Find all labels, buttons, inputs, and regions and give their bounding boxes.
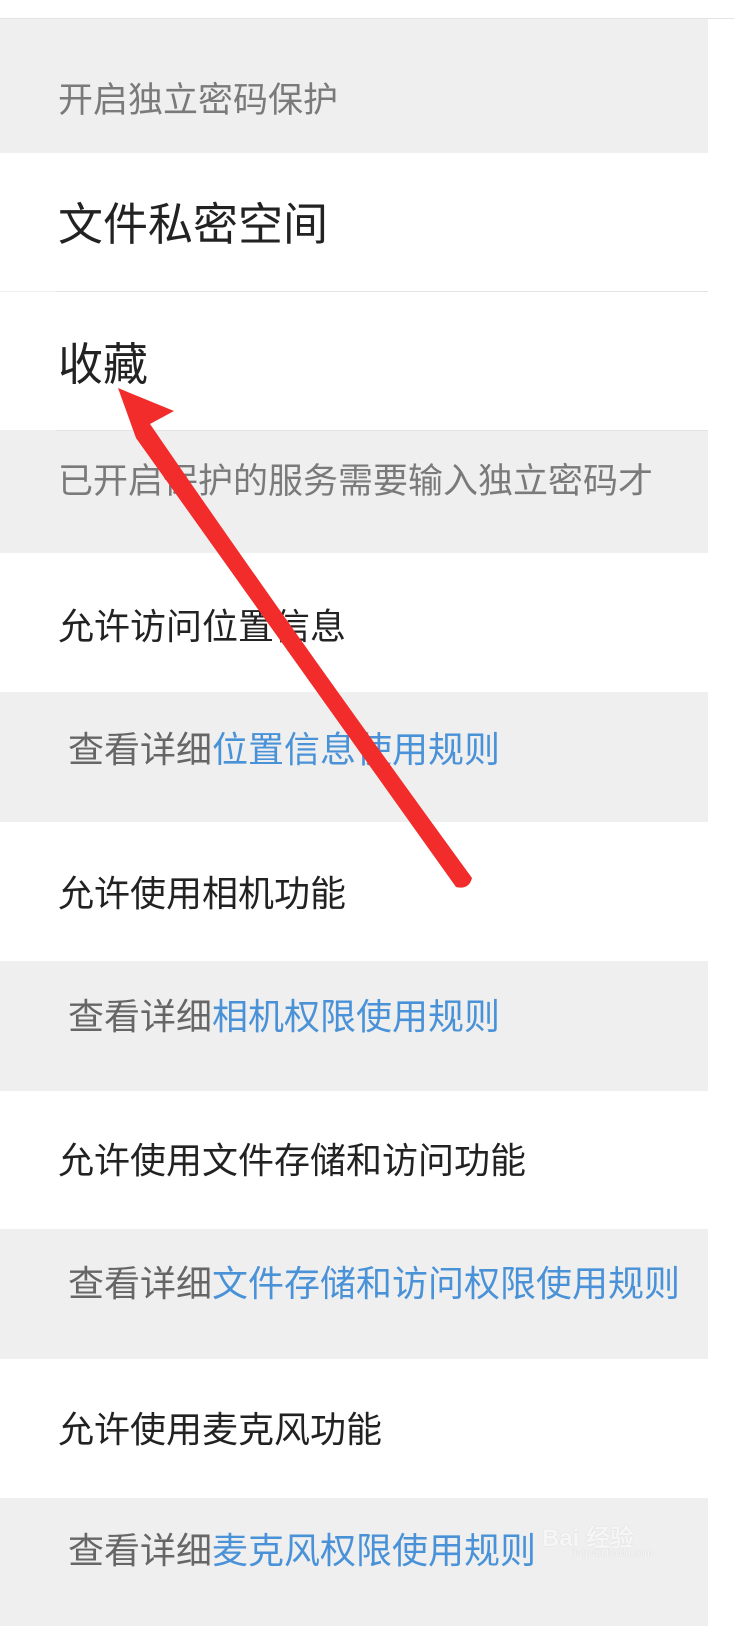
- permission-detail-text: 查看详细文件存储和访问权限使用规则: [68, 1267, 680, 1303]
- location-rules-link[interactable]: 位置信息使用规则: [212, 730, 500, 771]
- permission-detail-microphone: 查看详细麦克风权限使用规则: [0, 1498, 708, 1626]
- permission-label: 允许使用相机功能: [58, 874, 347, 915]
- permission-label: 允许访问位置信息: [58, 607, 347, 648]
- permission-detail-text: 查看详细相机权限使用规则: [68, 1000, 500, 1036]
- section-header-title: 开启独立密码保护: [58, 81, 339, 121]
- protected-item-label: 文件私密空间: [58, 198, 329, 251]
- detail-prefix: 查看详细: [68, 997, 213, 1038]
- permission-detail-text: 查看详细位置信息使用规则: [68, 733, 500, 769]
- file-storage-rules-link[interactable]: 文件存储和访问权限使用规则: [212, 1264, 680, 1305]
- detail-prefix: 查看详细: [68, 1531, 213, 1572]
- permission-location[interactable]: 允许访问位置信息: [0, 553, 708, 692]
- detail-prefix: 查看详细: [68, 730, 213, 771]
- permission-detail-location: 查看详细位置信息使用规则: [0, 692, 708, 822]
- permission-detail-text: 查看详细麦克风权限使用规则: [68, 1534, 536, 1570]
- right-edge-background: [708, 0, 734, 1626]
- protected-item-favorites[interactable]: 收藏: [0, 292, 708, 430]
- permission-label: 允许使用麦克风功能: [58, 1410, 383, 1451]
- protection-note: 已开启保护的服务需要输入独立密码才: [0, 431, 708, 553]
- detail-prefix: 查看详细: [68, 1264, 213, 1305]
- permission-microphone[interactable]: 允许使用麦克风功能: [0, 1359, 708, 1498]
- settings-page: 开启独立密码保护 文件私密空间 收藏 已开启保护的服务需要输入独立密码才 允许访…: [0, 0, 734, 1626]
- permission-camera[interactable]: 允许使用相机功能: [0, 822, 708, 961]
- permission-detail-file-storage: 查看详细文件存储和访问权限使用规则: [0, 1229, 708, 1359]
- section-header-independent-password: 开启独立密码保护: [0, 19, 708, 153]
- top-strip: [0, 0, 734, 19]
- protection-note-text: 已开启保护的服务需要输入独立密码才: [58, 462, 654, 502]
- microphone-rules-link[interactable]: 麦克风权限使用规则: [212, 1531, 536, 1572]
- permission-file-storage[interactable]: 允许使用文件存储和访问功能: [0, 1091, 708, 1229]
- camera-rules-link[interactable]: 相机权限使用规则: [212, 997, 500, 1038]
- permission-label: 允许使用文件存储和访问功能: [58, 1141, 527, 1182]
- protected-item-file-private-space[interactable]: 文件私密空间: [0, 153, 708, 291]
- protected-item-label: 收藏: [58, 338, 149, 391]
- permission-detail-camera: 查看详细相机权限使用规则: [0, 961, 708, 1091]
